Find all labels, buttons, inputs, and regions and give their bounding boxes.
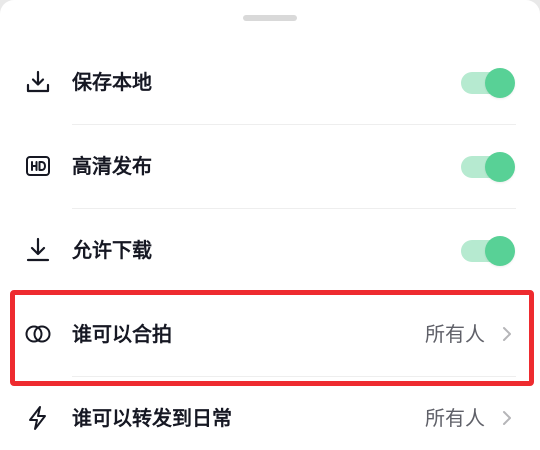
hd-publish-label: 高清发布 bbox=[72, 154, 152, 178]
allow-download-toggle-knob bbox=[485, 236, 515, 266]
hd-publish-row[interactable]: 高清发布 bbox=[0, 124, 540, 208]
download-icon bbox=[24, 68, 52, 96]
drag-handle[interactable] bbox=[243, 15, 297, 21]
lightning-icon bbox=[24, 404, 52, 432]
hd-publish-toggle[interactable] bbox=[461, 152, 515, 182]
who-can-share-to-daily-label: 谁可以转发到日常 bbox=[72, 406, 232, 430]
save-local-row[interactable]: 保存本地 bbox=[0, 40, 540, 124]
download-arrow-icon bbox=[24, 236, 52, 264]
who-can-duet-label: 谁可以合拍 bbox=[72, 322, 172, 346]
allow-download-row[interactable]: 允许下载 bbox=[0, 208, 540, 292]
who-can-share-to-daily-value: 所有人 bbox=[425, 406, 485, 430]
duet-icon bbox=[24, 320, 52, 348]
chevron-right-icon bbox=[498, 406, 516, 430]
save-local-label: 保存本地 bbox=[72, 70, 152, 94]
bottom-sheet: 保存本地 高清发布 允许下载 谁可以合拍 所有人 谁可以转发到日常 所有人 bbox=[0, 0, 540, 450]
hd-icon bbox=[24, 152, 52, 180]
who-can-duet-value: 所有人 bbox=[425, 322, 485, 346]
save-local-toggle-knob bbox=[485, 68, 515, 98]
allow-download-toggle[interactable] bbox=[461, 236, 515, 266]
who-can-share-to-daily-row[interactable]: 谁可以转发到日常 所有人 bbox=[0, 376, 540, 450]
allow-download-label: 允许下载 bbox=[72, 238, 152, 262]
hd-publish-toggle-knob bbox=[485, 152, 515, 182]
who-can-duet-row[interactable]: 谁可以合拍 所有人 bbox=[0, 292, 540, 376]
save-local-toggle[interactable] bbox=[461, 68, 515, 98]
chevron-right-icon bbox=[498, 322, 516, 346]
